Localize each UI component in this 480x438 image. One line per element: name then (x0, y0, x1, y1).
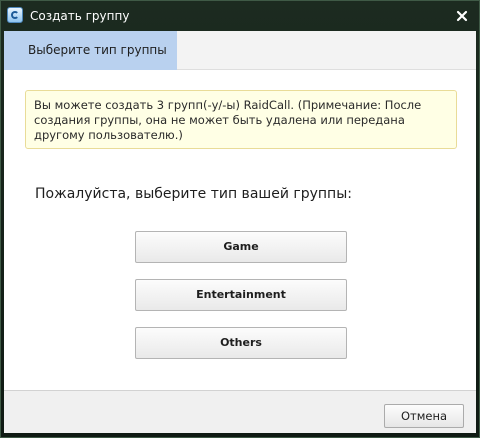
close-icon (456, 10, 468, 22)
others-group-button[interactable]: Others (135, 327, 347, 359)
window-title: Создать группу (30, 9, 130, 23)
group-type-prompt: Пожалуйста, выберите тип вашей группы: (35, 186, 352, 202)
create-group-dialog: Создать группу Выберите тип группы Вы мо… (0, 0, 480, 438)
dialog-content: Выберите тип группы Вы можете создать 3 … (4, 31, 476, 433)
tab-select-group-type[interactable]: Выберите тип группы (4, 31, 177, 70)
info-notice: Вы можете создать 3 групп(-у/-ы) RaidCal… (25, 90, 457, 149)
close-button[interactable] (453, 7, 471, 25)
cancel-button[interactable]: Отмена (384, 404, 464, 428)
dialog-footer: Отмена (4, 390, 476, 433)
game-group-button[interactable]: Game (135, 231, 347, 263)
raidcall-app-icon (7, 7, 23, 23)
entertainment-group-button[interactable]: Entertainment (135, 279, 347, 311)
tab-label: Выберите тип группы (28, 43, 167, 57)
tab-strip: Выберите тип группы (4, 31, 476, 70)
title-bar[interactable]: Создать группу (1, 1, 479, 31)
